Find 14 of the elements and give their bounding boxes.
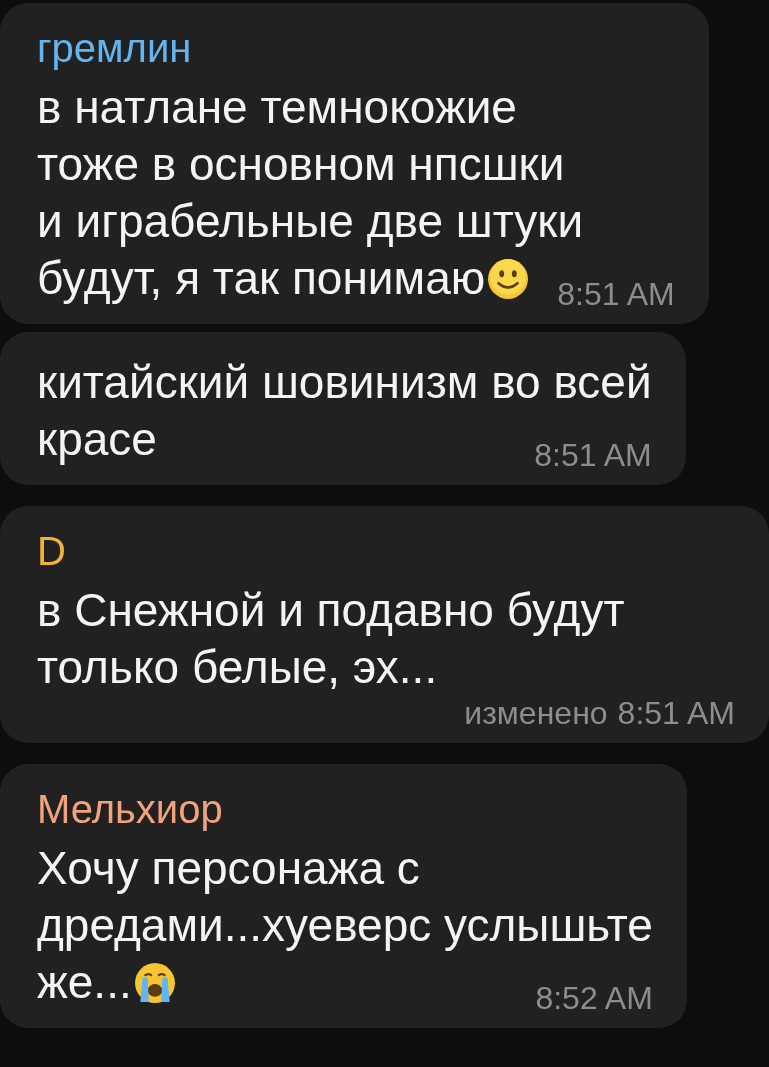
- sender-name: гремлин: [37, 25, 193, 71]
- message-text: только белые, эх...: [37, 640, 438, 695]
- sender-name: Мельхиор: [37, 786, 224, 832]
- message-text: же...: [37, 955, 132, 1010]
- message-text: будут, я так понимаю: [37, 251, 486, 306]
- message-text: китайский шовинизм во всей: [37, 355, 652, 410]
- message-text: красе: [37, 412, 157, 467]
- sender-name: D: [37, 528, 67, 574]
- message-time: 8:51 AM: [534, 438, 652, 472]
- message-time: 8:51 AM: [557, 277, 675, 311]
- message-text: в Снежной и подавно будут: [37, 583, 626, 638]
- edited-label: изменено: [464, 696, 608, 730]
- message-time: 8:51 AM: [617, 696, 735, 730]
- message-time: 8:52 AM: [535, 981, 653, 1015]
